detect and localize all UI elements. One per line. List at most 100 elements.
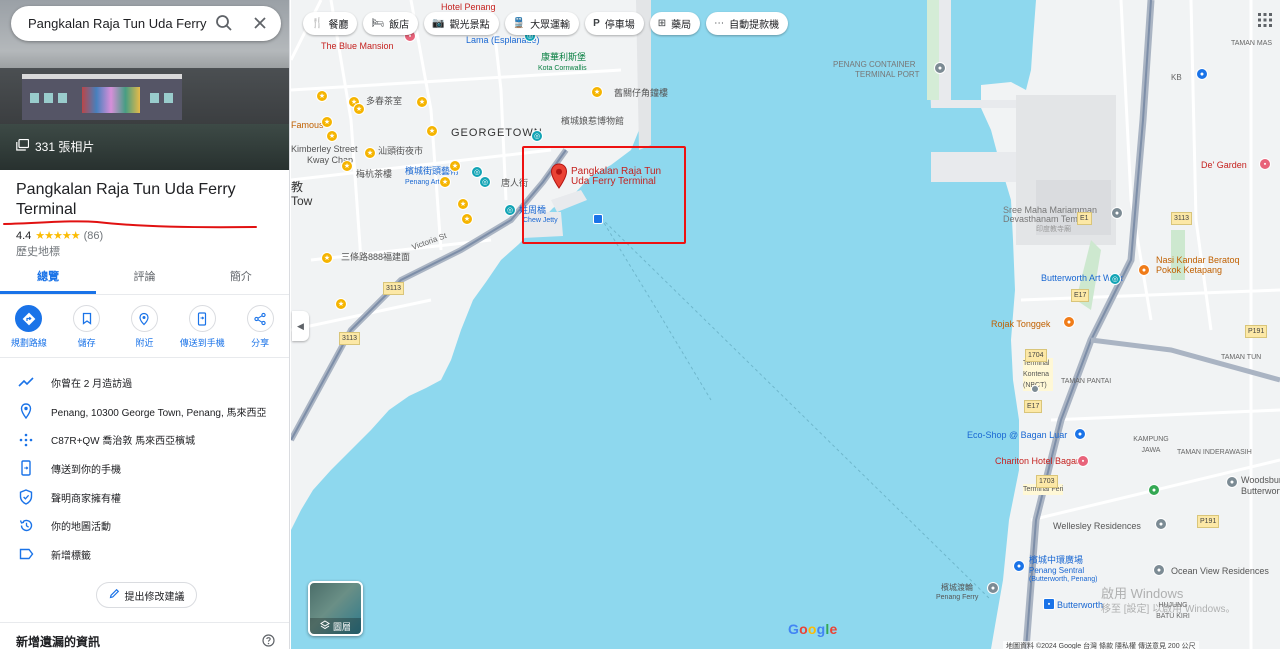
map-label-butterworth-station[interactable]: Butterworth <box>1057 600 1103 611</box>
save-button[interactable]: 儲存 <box>60 305 114 349</box>
chip-atm[interactable]: ⋯ 自動提款機 <box>706 12 789 35</box>
search-input[interactable] <box>28 16 208 31</box>
map-label-de-garden[interactable]: De' Garden <box>1201 160 1247 171</box>
poi-restaurant-icon[interactable]: ★ <box>426 125 438 137</box>
map-label-shantou[interactable]: 汕頭街夜市 <box>378 146 423 157</box>
tab-overview[interactable]: 總覽 <box>0 263 97 294</box>
chip-restaurants[interactable]: 🍴 餐廳 <box>303 12 358 35</box>
map-label-kota-cn[interactable]: 康華利斯堡 <box>541 52 586 63</box>
send-phone-row[interactable]: 傳送到你的手機 <box>0 454 289 483</box>
nearby-button[interactable]: 附近 <box>117 305 171 349</box>
collapse-panel-button[interactable]: ◀ <box>292 311 309 341</box>
poi-restaurant-icon[interactable]: ★ <box>364 147 376 159</box>
close-icon[interactable] <box>251 14 269 35</box>
map-label-tea[interactable]: 梅杭茶樓 <box>356 169 392 180</box>
review-count[interactable]: (86) <box>84 230 104 242</box>
map-label-wellesley[interactable]: Wellesley Residences <box>1053 521 1141 532</box>
address-row[interactable]: Penang, 10300 George Town, Penang, 馬來西亞 <box>0 397 289 426</box>
rating-row[interactable]: 4.4 ★★★★★ (86) <box>16 229 104 243</box>
poi-restaurant-icon[interactable]: ★ <box>439 176 451 188</box>
map-footer[interactable]: 地圖資料 ©2024 Google 台灣 條款 隱私權 傳送意見 200 公尺 <box>1003 641 1199 649</box>
map-canvas[interactable]: 🍴 餐廳 🛏 飯店 📷 觀光景點 🚆 大眾運輸 P 停車場 ⊞ 藥局 ⋯ 自動提款機 Hote… <box>291 0 1280 649</box>
apps-grid-icon[interactable] <box>1258 13 1272 30</box>
poi-small-icon[interactable] <box>1031 385 1039 393</box>
chip-hotels[interactable]: 🛏 飯店 <box>363 12 419 35</box>
poi-museum-icon[interactable]: ◎ <box>531 130 543 142</box>
map-label-container-2[interactable]: TERMINAL PORT <box>855 69 919 80</box>
poi-temple-icon[interactable]: ● <box>1111 207 1123 219</box>
poi-attraction-icon[interactable]: ◎ <box>479 176 491 188</box>
map-label-cafe[interactable]: 多春茶室 <box>366 96 402 107</box>
poi-residence-icon[interactable]: ● <box>1153 564 1165 576</box>
send-to-phone-button[interactable]: 傳送到手機 <box>175 305 229 349</box>
poi-bus-station-icon[interactable]: ▪ <box>1043 598 1055 610</box>
claim-business-row[interactable]: 聲明商家擁有權 <box>0 483 289 512</box>
poi-park-icon[interactable]: ● <box>1148 484 1160 496</box>
visited-row[interactable]: 你曾在 2 月造訪過 <box>0 368 289 397</box>
poi-residence-icon[interactable]: ● <box>1226 476 1238 488</box>
poi-ferry-icon[interactable]: ● <box>987 582 999 594</box>
poi-restaurant-icon[interactable]: ★ <box>316 90 328 102</box>
map-label-chariton[interactable]: Chariton Hotel Bagan <box>995 456 1081 467</box>
add-label-row[interactable]: 新增標籤 <box>0 540 289 569</box>
poi-restaurant-icon[interactable]: ★ <box>341 160 353 172</box>
search-box[interactable] <box>11 6 281 41</box>
chip-attractions[interactable]: 📷 觀光景點 <box>424 12 499 35</box>
poi-restaurant-icon[interactable]: ★ <box>461 213 473 225</box>
map-label-butterworth[interactable]: Butterworth <box>1241 486 1280 497</box>
map-label-penang-art-en[interactable]: Penang Art <box>405 177 440 188</box>
poi-shopping-icon[interactable]: ● <box>1013 560 1025 572</box>
place-category[interactable]: 歷史地標 <box>16 243 60 259</box>
poi-restaurant-icon[interactable]: ★ <box>326 130 338 142</box>
poi-restaurant-icon[interactable]: ★ <box>321 252 333 264</box>
chip-parking[interactable]: P 停車場 <box>585 12 644 35</box>
map-label-ferry-en[interactable]: Penang Ferry <box>936 592 978 603</box>
chip-pharmacy[interactable]: ⊞ 藥局 <box>649 12 701 35</box>
poi-restaurant-icon[interactable]: ★ <box>449 160 461 172</box>
poi-restaurant-icon[interactable]: ★ <box>416 96 428 108</box>
map-label-kota[interactable]: Kota Cornwallis <box>538 63 587 74</box>
poi-attraction-icon[interactable]: ◎ <box>1109 273 1121 285</box>
map-activity-row[interactable]: 你的地圖活動 <box>0 511 289 540</box>
poi-shop-icon[interactable]: ● <box>1074 428 1086 440</box>
poi-restaurant-icon[interactable]: ★ <box>457 198 469 210</box>
map-label-famous[interactable]: Famous <box>291 120 324 131</box>
poi-residence-icon[interactable]: ● <box>1155 518 1167 530</box>
plus-code-row[interactable]: C87R+QW 喬治敦 馬來西亞檳城 <box>0 425 289 454</box>
poi-restaurant-icon[interactable]: ★ <box>321 116 333 128</box>
place-marker-icon[interactable] <box>550 163 568 192</box>
suggest-edit-button[interactable]: 提出修改建議 <box>96 582 197 608</box>
map-label-sanlu[interactable]: 三條路888福建面 <box>341 252 410 263</box>
map-label-kimberley[interactable]: Kimberley Street <box>291 144 358 155</box>
map-label-woodsbury[interactable]: Woodsbury <box>1241 475 1280 486</box>
search-icon[interactable] <box>215 14 233 35</box>
poi-attraction-icon[interactable]: ◎ <box>504 204 516 216</box>
map-label-museum[interactable]: 檳城娘惹博物館 <box>561 116 624 127</box>
layers-button[interactable]: 圖層 <box>308 581 363 636</box>
map-label-rojak[interactable]: Rojak Tonggek <box>991 319 1050 330</box>
poi-hotel-icon[interactable]: ▪ <box>1077 455 1089 467</box>
help-icon[interactable] <box>262 634 275 649</box>
poi-transit-icon[interactable]: ● <box>1196 68 1208 80</box>
map-label-penang-sentral-loc[interactable]: (Butterworth, Penang) <box>1029 574 1097 585</box>
poi-restaurant-icon[interactable]: ● <box>1138 264 1150 276</box>
marker-label[interactable]: Pangkalan Raja Tun Uda Ferry Terminal <box>571 167 676 187</box>
poi-restaurant-icon[interactable]: ★ <box>591 86 603 98</box>
poi-restaurant-icon[interactable]: ★ <box>335 298 347 310</box>
poi-restaurant-icon[interactable]: ★ <box>353 103 365 115</box>
poi-port-icon[interactable]: ● <box>934 62 946 74</box>
tab-about[interactable]: 簡介 <box>193 263 289 294</box>
map-label-ocean-view[interactable]: Ocean View Residences <box>1171 566 1269 577</box>
map-label-ecoshop[interactable]: Eco-Shop @ Bagan Luar <box>967 430 1067 441</box>
share-button[interactable]: 分享 <box>233 305 287 349</box>
directions-button[interactable]: 規劃路線 <box>2 305 56 349</box>
tab-reviews[interactable]: 評論 <box>96 263 192 294</box>
poi-restaurant-icon[interactable]: ● <box>1063 316 1075 328</box>
map-label-blue-mansion[interactable]: The Blue Mansion <box>321 41 394 52</box>
photo-count[interactable]: 331 張相片 <box>16 138 94 155</box>
map-label-nasi-2[interactable]: Pokok Ketapang <box>1156 265 1222 276</box>
map-label-clock-tower[interactable]: 舊關仔角鐘樓 <box>614 88 668 99</box>
poi-hotel-icon[interactable]: ▪ <box>1259 158 1271 170</box>
chip-transit[interactable]: 🚆 大眾運輸 <box>504 12 580 35</box>
map-label-sree-3[interactable]: 印度教寺廟 <box>1036 224 1071 235</box>
